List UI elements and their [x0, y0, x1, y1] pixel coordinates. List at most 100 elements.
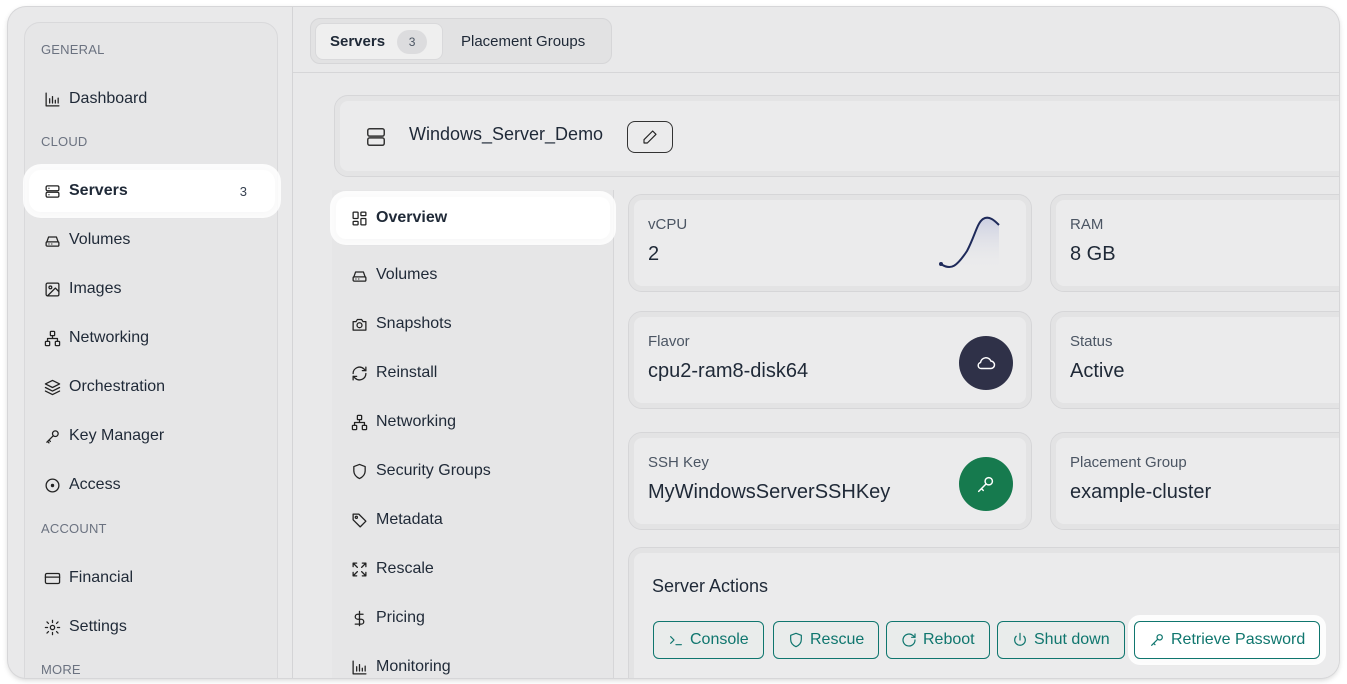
cloud-icon — [959, 336, 1013, 390]
subnav-item-label: Security Groups — [376, 462, 491, 479]
subnav-item-rescale[interactable]: Rescale — [336, 548, 610, 590]
button-label: Reboot — [923, 631, 975, 648]
vcpu-card: vCPU 2 — [628, 194, 1032, 292]
tab-count-badge: 3 — [397, 29, 428, 54]
ssh-key-card: SSH Key MyWindowsServerSSHKey — [628, 432, 1032, 530]
subnav-item-label: Metadata — [376, 511, 443, 528]
sidebar: GENERAL Dashboard CLOUD Servers 3 Volume… — [24, 22, 278, 678]
retrieve-password-button[interactable]: Retrieve Password — [1134, 621, 1321, 659]
header-divider — [293, 72, 1339, 73]
sidebar-item-servers[interactable]: Servers 3 — [29, 170, 275, 212]
bar-chart-icon — [350, 658, 368, 676]
server-header-card: Windows_Server_Demo — [334, 95, 1339, 177]
button-label: Rescue — [810, 631, 865, 648]
sidebar-item-label: Key Manager — [69, 427, 165, 444]
sidebar-item-label: Orchestration — [69, 378, 166, 395]
card-value: cpu2-ram8-disk64 — [648, 360, 809, 382]
sidebar-item-orchestration[interactable]: Orchestration — [29, 366, 275, 408]
sidebar-item-label: Dashboard — [69, 90, 148, 107]
shut-down-button[interactable]: Shut down — [997, 621, 1125, 659]
tab-servers[interactable]: Servers 3 — [315, 23, 443, 60]
section-label-account: ACCOUNT — [41, 521, 107, 536]
shield-icon — [350, 462, 368, 480]
server-icon — [43, 182, 61, 200]
button-label: Retrieve Password — [1171, 631, 1306, 648]
button-label: Shut down — [1034, 631, 1110, 648]
layers-icon — [43, 378, 61, 396]
card-value: 8 GB — [1070, 243, 1116, 265]
rotate-icon — [902, 633, 916, 647]
key-icon — [43, 427, 61, 445]
sidebar-item-label: Networking — [69, 329, 150, 346]
hard-drive-icon — [43, 231, 61, 249]
sparkline — [939, 216, 1000, 269]
edit-name-button[interactable] — [627, 121, 673, 153]
subnav-item-label: Rescale — [376, 560, 434, 577]
camera-icon — [350, 315, 368, 333]
hard-drive-icon — [350, 266, 368, 284]
gear-icon — [43, 618, 61, 636]
servers-count-badge: 3 — [239, 183, 247, 199]
server-subnav: Overview Volumes Snapshots Reinstall Net… — [332, 190, 614, 678]
button-label: Console — [690, 631, 749, 648]
subnav-item-metadata[interactable]: Metadata — [336, 499, 610, 541]
subnav-item-reinstall[interactable]: Reinstall — [336, 352, 610, 394]
sidebar-item-volumes[interactable]: Volumes — [29, 219, 275, 261]
status-card: Status Active — [1050, 311, 1339, 409]
rescue-button[interactable]: Rescue — [773, 621, 880, 659]
pencil-icon — [643, 130, 657, 144]
image-icon — [43, 280, 61, 298]
card-value: MyWindowsServerSSHKey — [648, 481, 891, 503]
subnav-item-security-groups[interactable]: Security Groups — [336, 450, 610, 492]
expand-icon — [350, 560, 368, 578]
sidebar-item-dashboard[interactable]: Dashboard — [29, 78, 275, 120]
sidebar-item-access[interactable]: Access — [29, 464, 275, 506]
tag-icon — [350, 511, 368, 529]
dollar-icon — [350, 609, 368, 627]
sidebar-item-settings[interactable]: Settings — [29, 606, 275, 648]
section-label-cloud: CLOUD — [41, 134, 88, 149]
console-button[interactable]: Console — [653, 621, 764, 659]
subnav-item-overview[interactable]: Overview — [336, 197, 610, 239]
subnav-item-label: Volumes — [376, 266, 438, 283]
sidebar-item-label: Images — [69, 280, 122, 297]
card-value: example-cluster — [1070, 481, 1212, 503]
sidebar-item-images[interactable]: Images — [29, 268, 275, 310]
subnav-item-networking[interactable]: Networking — [336, 401, 610, 443]
card-label: SSH Key — [648, 454, 709, 471]
shield-icon — [790, 632, 802, 648]
power-icon — [1014, 632, 1026, 646]
sidebar-item-label: Financial — [69, 569, 134, 586]
subnav-item-label: Networking — [376, 413, 457, 430]
network-icon — [350, 413, 368, 431]
tab-placement-groups[interactable]: Placement Groups — [461, 19, 585, 63]
subnav-item-pricing[interactable]: Pricing — [336, 597, 610, 639]
layout-grid-icon — [350, 209, 368, 227]
sidebar-item-label: Servers — [69, 182, 128, 199]
card-value: Active — [1070, 360, 1125, 382]
tab-label: Servers — [330, 33, 386, 50]
card-label: Flavor — [648, 333, 690, 350]
subnav-item-volumes[interactable]: Volumes — [336, 254, 610, 296]
terminal-icon — [670, 636, 682, 646]
sidebar-item-networking[interactable]: Networking — [29, 317, 275, 359]
network-icon — [43, 329, 61, 347]
placement-group-card: Placement Group example-cluster — [1050, 432, 1339, 530]
top-tabs: Servers 3 Placement Groups — [310, 18, 612, 64]
sidebar-item-label: Volumes — [69, 231, 131, 248]
app-window: GENERAL Dashboard CLOUD Servers 3 Volume… — [8, 7, 1339, 678]
server-icon — [365, 126, 387, 153]
flavor-card: Flavor cpu2-ram8-disk64 — [628, 311, 1032, 409]
subnav-item-monitoring[interactable]: Monitoring — [336, 646, 610, 678]
refresh-icon — [350, 364, 368, 382]
card-label: Status — [1070, 333, 1113, 350]
subnav-item-snapshots[interactable]: Snapshots — [336, 303, 610, 345]
sidebar-item-label: Settings — [69, 618, 127, 635]
key-icon — [959, 457, 1013, 511]
sidebar-item-financial[interactable]: Financial — [29, 557, 275, 599]
section-label-more: MORE — [41, 662, 81, 677]
sidebar-item-key-manager[interactable]: Key Manager — [29, 415, 275, 457]
sidebar-divider — [292, 7, 293, 678]
reboot-button[interactable]: Reboot — [886, 621, 990, 659]
subnav-item-label: Monitoring — [376, 658, 451, 675]
